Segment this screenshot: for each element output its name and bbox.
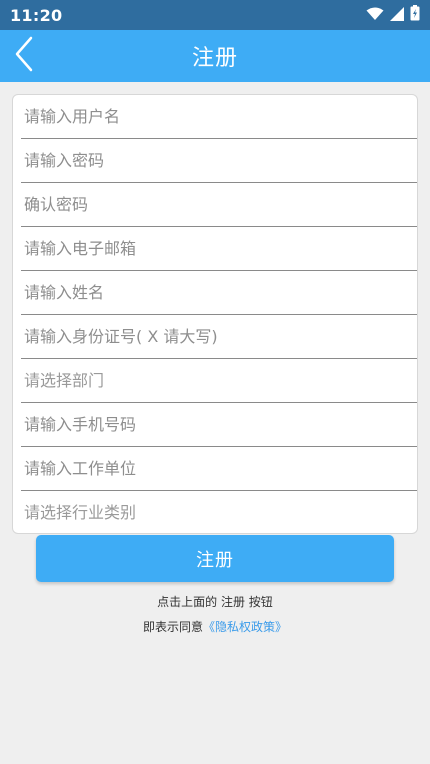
id-number-field-row [21,315,417,359]
id-number-input[interactable] [21,315,417,358]
status-time: 11:20 [10,5,63,25]
industry-field-row [21,491,417,533]
username-field-row [21,95,417,139]
wifi-icon [366,6,384,25]
password-field-row [21,139,417,183]
name-input[interactable] [21,271,417,314]
industry-select[interactable] [21,491,417,533]
agreement-prefix: 即表示同意 [142,620,203,634]
status-icons [366,5,420,25]
password-input[interactable] [21,139,417,182]
back-button[interactable] [8,36,40,76]
battery-icon [410,5,420,25]
agreement-line-2: 即表示同意《隐私权政策》 [0,618,430,635]
name-field-row [21,271,417,315]
privacy-policy-link[interactable]: 《隐私权政策》 [203,620,287,634]
agreement-line-1: 点击上面的 注册 按钮 [157,595,273,609]
workplace-field-row [21,447,417,491]
signal-icon [390,6,404,25]
register-button-label: 注册 [196,549,234,571]
app-header: 注册 [0,30,430,82]
email-field-row [21,227,417,271]
registration-form [12,94,418,534]
phone-field-row [21,403,417,447]
chevron-left-icon [13,36,35,76]
email-input[interactable] [21,227,417,270]
confirm-password-input[interactable] [21,183,417,226]
confirm-password-field-row [21,183,417,227]
department-field-row [21,359,417,403]
phone-input[interactable] [21,403,417,446]
page-title: 注册 [191,46,238,71]
workplace-input[interactable] [21,447,417,490]
register-button[interactable]: 注册 [36,535,394,582]
department-select[interactable] [21,359,417,402]
username-input[interactable] [21,95,417,138]
status-bar: 11:20 [0,0,430,30]
